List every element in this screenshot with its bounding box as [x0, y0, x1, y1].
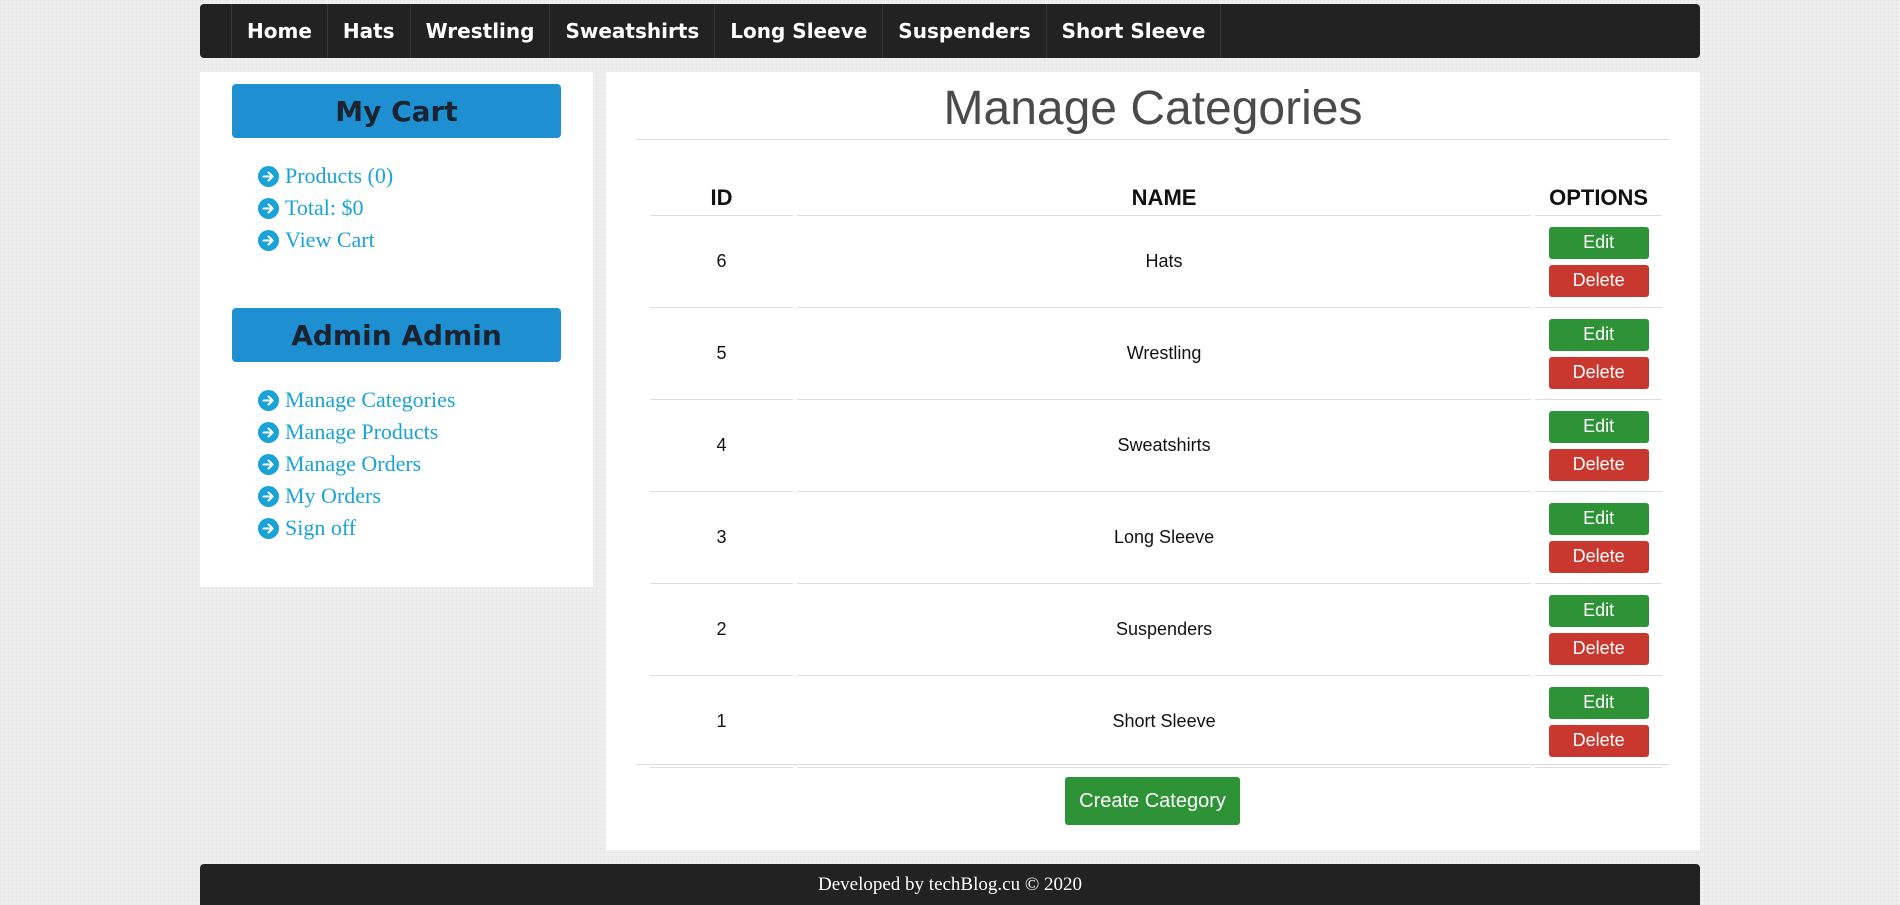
edit-button[interactable]: Edit [1548, 594, 1649, 627]
cell-name: Hats [796, 216, 1532, 308]
cell-options: Edit Delete [1535, 400, 1662, 492]
cart-link-products[interactable]: Products (0) [258, 160, 593, 192]
table-bottom-divider [637, 764, 1669, 765]
cell-name: Sweatshirts [796, 400, 1532, 492]
cell-options: Edit Delete [1535, 492, 1662, 584]
column-header-id: ID [650, 168, 793, 216]
arrow-circle-right-icon [258, 389, 279, 411]
table-row: 2 Suspenders Edit Delete [650, 584, 1662, 676]
arrow-circle-right-icon [258, 421, 279, 443]
nav-item-wrestling[interactable]: Wrestling [409, 4, 550, 58]
nav-item-suspenders[interactable]: Suspenders [882, 4, 1045, 58]
edit-button[interactable]: Edit [1548, 226, 1649, 259]
delete-button[interactable]: Delete [1548, 540, 1649, 573]
cell-options: Edit Delete [1535, 584, 1662, 676]
nav-list: Home Hats Wrestling Sweatshirts Long Sle… [200, 4, 1700, 58]
create-category-button[interactable]: Create Category [1065, 777, 1240, 825]
cell-name: Suspenders [796, 584, 1532, 676]
cart-link-label: View Cart [285, 227, 375, 252]
nav-item-home[interactable]: Home [231, 4, 327, 58]
table-row: 4 Sweatshirts Edit Delete [650, 400, 1662, 492]
cell-options: Edit Delete [1535, 676, 1662, 768]
table-row: 6 Hats Edit Delete [650, 216, 1662, 308]
admin-link-my-orders[interactable]: My Orders [258, 480, 593, 512]
table-row: 3 Long Sleeve Edit Delete [650, 492, 1662, 584]
delete-button[interactable]: Delete [1548, 264, 1649, 297]
sidebar: My Cart Products (0) Total: $0 View Cart… [200, 72, 593, 587]
admin-link-label: Manage Orders [285, 451, 422, 476]
categories-table: ID NAME OPTIONS 6 Hats Edit Delete 5 Wre… [646, 168, 1666, 768]
arrow-circle-right-icon [258, 165, 279, 187]
nav-item-short-sleeve[interactable]: Short Sleeve [1045, 4, 1222, 58]
edit-button[interactable]: Edit [1548, 410, 1649, 443]
edit-button[interactable]: Edit [1548, 686, 1649, 719]
footer: Developed by techBlog.cu © 2020 [200, 864, 1700, 905]
table-header-row: ID NAME OPTIONS [650, 168, 1662, 216]
column-header-name: NAME [796, 168, 1532, 216]
admin-link-label: Manage Products [285, 419, 439, 444]
cell-name: Wrestling [796, 308, 1532, 400]
cell-id: 3 [650, 492, 793, 584]
arrow-circle-right-icon [258, 485, 279, 507]
nav-item-hats[interactable]: Hats [326, 4, 410, 58]
delete-button[interactable]: Delete [1548, 448, 1649, 481]
cell-id: 1 [650, 676, 793, 768]
table-row: 5 Wrestling Edit Delete [650, 308, 1662, 400]
cart-link-view-cart[interactable]: View Cart [258, 224, 593, 256]
admin-link-label: Sign off [285, 515, 357, 540]
main-panel: Manage Categories ID NAME OPTIONS 6 Hats… [606, 72, 1700, 850]
edit-button[interactable]: Edit [1548, 318, 1649, 351]
delete-button[interactable]: Delete [1548, 724, 1649, 757]
cell-name: Short Sleeve [796, 676, 1532, 768]
cell-options: Edit Delete [1535, 216, 1662, 308]
admin-link-manage-categories[interactable]: Manage Categories [258, 384, 593, 416]
top-navbar: Home Hats Wrestling Sweatshirts Long Sle… [200, 4, 1700, 58]
admin-heading: Admin Admin [232, 308, 561, 362]
arrow-circle-right-icon [258, 453, 279, 475]
delete-button[interactable]: Delete [1548, 356, 1649, 389]
column-header-options: OPTIONS [1535, 168, 1662, 216]
admin-link-manage-products[interactable]: Manage Products [258, 416, 593, 448]
footer-text: Developed by techBlog.cu © 2020 [817, 873, 1082, 895]
cell-id: 5 [650, 308, 793, 400]
cell-name: Long Sleeve [796, 492, 1532, 584]
admin-link-label: My Orders [285, 483, 381, 508]
cell-id: 2 [650, 584, 793, 676]
arrow-circle-right-icon [258, 197, 279, 219]
edit-button[interactable]: Edit [1548, 502, 1649, 535]
cart-link-label: Products (0) [285, 163, 394, 188]
cell-id: 4 [650, 400, 793, 492]
nav-item-sweatshirts[interactable]: Sweatshirts [549, 4, 714, 58]
cell-id: 6 [650, 216, 793, 308]
admin-link-sign-off[interactable]: Sign off [258, 512, 593, 544]
delete-button[interactable]: Delete [1548, 632, 1649, 665]
table-row: 1 Short Sleeve Edit Delete [650, 676, 1662, 768]
cart-link-total[interactable]: Total: $0 [258, 192, 593, 224]
page-title: Manage Categories [943, 82, 1363, 135]
admin-link-label: Manage Categories [285, 387, 456, 412]
arrow-circle-right-icon [258, 229, 279, 251]
nav-item-long-sleeve[interactable]: Long Sleeve [714, 4, 882, 58]
cart-link-label: Total: $0 [285, 195, 364, 220]
arrow-circle-right-icon [258, 517, 279, 539]
cart-heading: My Cart [232, 84, 561, 138]
cell-options: Edit Delete [1535, 308, 1662, 400]
title-divider [637, 139, 1669, 140]
cart-links: Products (0) Total: $0 View Cart [258, 160, 593, 256]
admin-links: Manage Categories Manage Products Manage… [258, 384, 593, 544]
admin-link-manage-orders[interactable]: Manage Orders [258, 448, 593, 480]
